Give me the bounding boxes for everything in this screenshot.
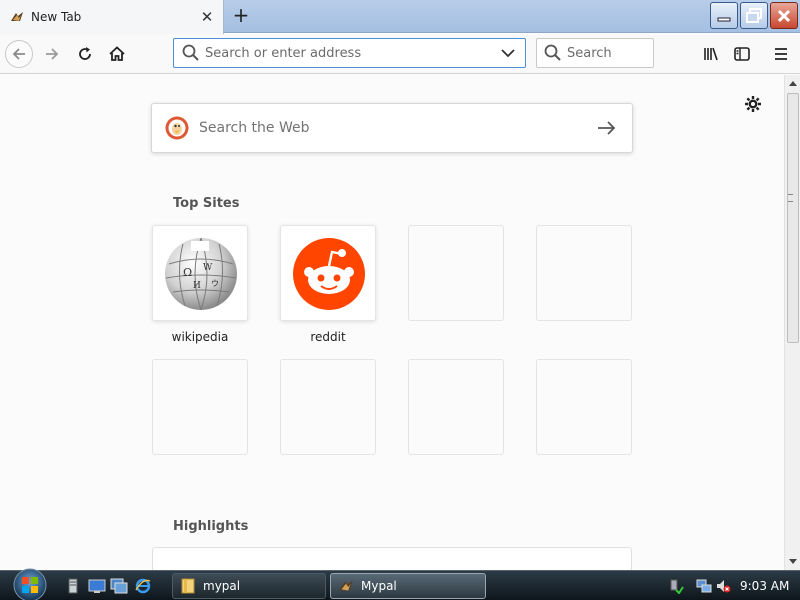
top-site-empty[interactable] — [408, 359, 504, 455]
top-site-tile-reddit[interactable] — [280, 225, 376, 321]
task-label: mypal — [203, 579, 241, 593]
windows-start-icon[interactable] — [8, 567, 52, 600]
search-icon — [544, 44, 561, 61]
sidebar-toggle-button[interactable] — [728, 40, 756, 68]
new-tab-page: Top Sites Ω W И ウ wikipedia — [0, 75, 784, 570]
vertical-scrollbar[interactable] — [784, 75, 800, 570]
tab-new-tab[interactable]: New Tab ✕ — [0, 0, 224, 34]
close-tab-icon[interactable]: ✕ — [199, 9, 215, 25]
internet-explorer-icon[interactable] — [134, 577, 152, 595]
close-icon — [777, 9, 791, 22]
top-site-label[interactable]: reddit — [280, 330, 376, 344]
library-button[interactable] — [697, 40, 725, 68]
top-site-empty[interactable] — [408, 225, 504, 321]
top-site-empty[interactable] — [536, 225, 632, 321]
taskbar-item-mypal-browser[interactable]: Mypal — [330, 573, 486, 599]
back-button[interactable] — [5, 40, 33, 68]
navigation-toolbar — [0, 34, 800, 74]
show-desktop-icon[interactable] — [88, 577, 106, 595]
scroll-down-arrow-icon[interactable] — [789, 559, 797, 564]
hamburger-menu-icon — [775, 48, 787, 60]
web-search-input[interactable] — [199, 120, 596, 136]
duckduckgo-icon — [165, 116, 189, 140]
clock[interactable]: 9:03 AM — [740, 579, 789, 593]
scrollbar-grip — [788, 194, 793, 202]
network-icon[interactable] — [696, 578, 712, 594]
app-menu-button[interactable] — [767, 40, 795, 68]
highlight-card[interactable] — [152, 547, 632, 570]
search-icon — [182, 44, 199, 61]
server-icon[interactable] — [66, 577, 84, 595]
top-sites-heading: Top Sites — [173, 196, 240, 211]
highlights-heading: Highlights — [173, 519, 249, 534]
home-icon — [109, 46, 125, 61]
reload-icon — [79, 47, 91, 60]
svg-text:И: И — [193, 281, 201, 291]
restore-icon — [746, 7, 762, 23]
svg-text:Ω: Ω — [183, 266, 192, 279]
svg-text:ウ: ウ — [211, 279, 219, 288]
url-input[interactable] — [205, 45, 499, 61]
taskbar: mypal Mypal 9:03 AM — [0, 567, 800, 600]
taskbar-item-mypal-folder[interactable]: mypal — [172, 573, 326, 599]
top-site-empty[interactable] — [536, 359, 632, 455]
tab-title: New Tab — [31, 10, 82, 24]
top-site-label[interactable]: wikipedia — [152, 330, 248, 344]
forward-button[interactable] — [38, 40, 66, 68]
arrow-right-icon[interactable] — [596, 119, 618, 137]
gear-icon — [745, 96, 761, 112]
task-label: Mypal — [361, 579, 397, 593]
mypal-icon — [11, 12, 23, 21]
search-input[interactable] — [567, 45, 647, 61]
chevron-down-icon[interactable] — [499, 47, 517, 59]
search-bar[interactable] — [536, 38, 654, 68]
scrollbar-thumb[interactable] — [787, 93, 799, 343]
web-search-box[interactable] — [151, 103, 633, 153]
new-tab-button[interactable]: + — [230, 5, 252, 27]
customize-button[interactable] — [742, 93, 764, 115]
close-window-button[interactable] — [770, 2, 798, 29]
back-arrow-icon — [12, 48, 25, 60]
url-bar[interactable] — [173, 38, 526, 68]
scroll-up-arrow-icon[interactable] — [789, 81, 797, 86]
sidebar-icon — [734, 47, 750, 61]
svg-text:W: W — [203, 263, 213, 273]
forward-arrow-icon — [46, 48, 59, 60]
home-button[interactable] — [103, 40, 131, 68]
volume-muted-icon[interactable] — [715, 578, 731, 594]
switch-windows-icon[interactable] — [110, 577, 128, 595]
folder-icon — [181, 578, 195, 594]
safely-remove-hardware-icon[interactable] — [668, 578, 684, 594]
top-site-empty[interactable] — [152, 359, 248, 455]
wikipedia-globe-icon: Ω W И ウ — [165, 237, 237, 311]
mypal-icon — [339, 580, 353, 591]
library-icon — [704, 47, 718, 61]
top-site-tile-wikipedia[interactable]: Ω W И ウ — [152, 225, 248, 321]
top-site-empty[interactable] — [280, 359, 376, 455]
reload-button[interactable] — [71, 40, 99, 68]
reddit-alien-icon — [293, 238, 365, 310]
restore-button[interactable] — [740, 2, 768, 29]
tab-strip: New Tab ✕ + — [0, 0, 800, 34]
minimize-button[interactable] — [710, 2, 738, 29]
minimize-icon — [717, 17, 731, 21]
